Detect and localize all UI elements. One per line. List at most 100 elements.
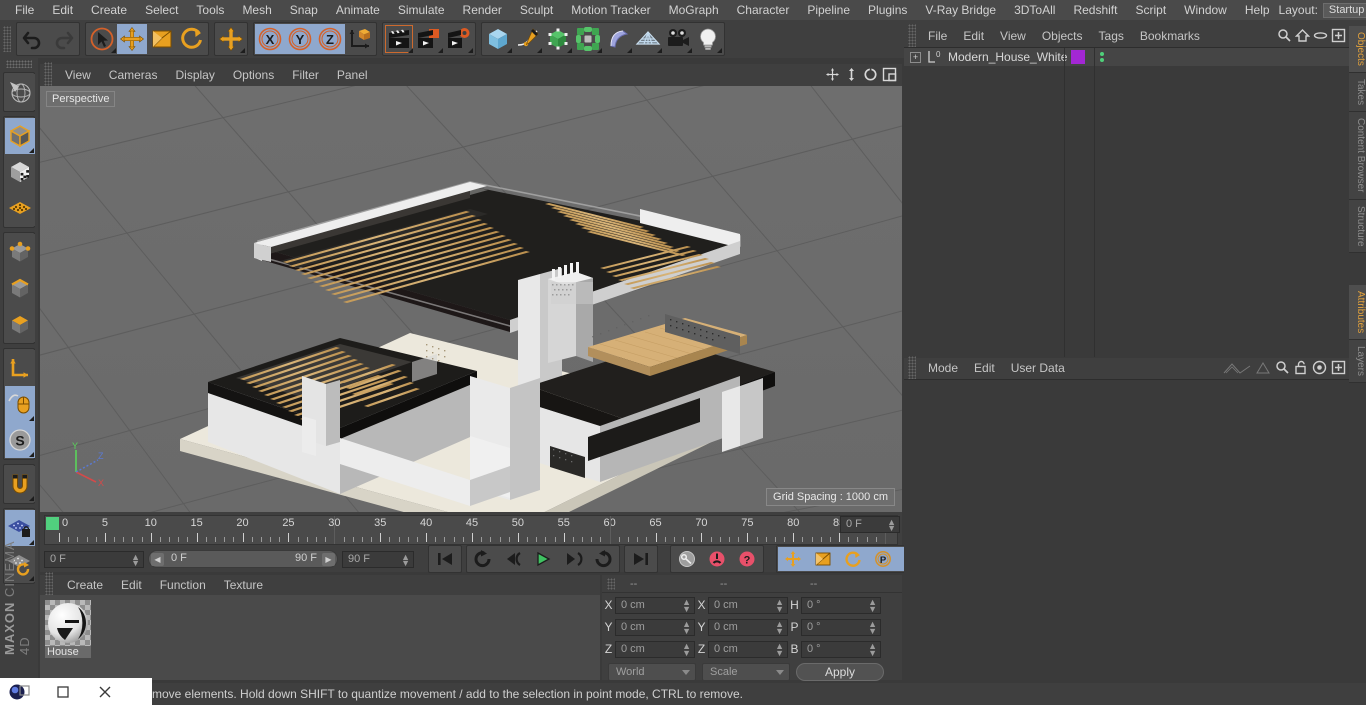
step-forward-button[interactable]	[558, 547, 588, 571]
tab-objects[interactable]: Objects	[1349, 26, 1366, 73]
go-to-end-button[interactable]	[626, 547, 656, 571]
object-menu-file[interactable]: File	[920, 26, 955, 47]
material-menu-function[interactable]: Function	[151, 575, 215, 595]
toolbar-grip[interactable]	[3, 26, 11, 52]
live-selection-tool[interactable]	[87, 24, 117, 54]
ellipse-icon[interactable]	[1313, 28, 1328, 43]
model-mode-button[interactable]	[5, 118, 35, 154]
lock-y-axis[interactable]: Y	[285, 24, 315, 54]
record-parameter-button[interactable]: P	[868, 547, 898, 571]
record-scale-button[interactable]	[808, 547, 838, 571]
material-manager-body[interactable]: House	[40, 595, 600, 680]
spinner-icon[interactable]: ▲ ▼	[868, 641, 877, 657]
add-generator-button[interactable]	[543, 24, 573, 54]
add-spline-button[interactable]	[513, 24, 543, 54]
spinner-icon[interactable]: ▲ ▼	[868, 597, 877, 613]
workplane-mode-button[interactable]	[5, 190, 35, 226]
object-menu-objects[interactable]: Objects	[1034, 26, 1091, 47]
record-rotation-button[interactable]	[838, 547, 868, 571]
spline-icon[interactable]	[1255, 361, 1271, 375]
menu-item-character[interactable]: Character	[728, 0, 799, 20]
menu-item-motion-tracker[interactable]: Motion Tracker	[562, 0, 659, 20]
edit-render-settings-button[interactable]	[444, 24, 474, 54]
make-editable-button[interactable]	[5, 74, 35, 110]
spinner-icon[interactable]: ▲ ▼	[131, 552, 140, 567]
cinema4d-window-icon[interactable]	[0, 678, 42, 705]
dynamic-place-tool[interactable]	[216, 24, 246, 54]
object-axis-mode-button[interactable]	[5, 350, 35, 386]
menu-item-mograph[interactable]: MoGraph	[660, 0, 728, 20]
menu-item-animate[interactable]: Animate	[327, 0, 389, 20]
timeline-start-field[interactable]: 0 F ▲ ▼	[44, 550, 144, 568]
world-object-coordinate-toggle[interactable]	[345, 24, 375, 54]
visibility-dots-icon[interactable]	[1100, 52, 1104, 62]
timeline-end-field[interactable]: 90 F ▲ ▼	[342, 550, 414, 568]
home-icon[interactable]	[1295, 28, 1310, 43]
menu-item-vray-bridge[interactable]: V-Ray Bridge	[916, 0, 1005, 20]
viewport-menu-view[interactable]: View	[56, 64, 100, 86]
menu-item-edit[interactable]: Edit	[43, 0, 82, 20]
spinner-icon[interactable]: ▲ ▼	[868, 619, 877, 635]
current-frame-field[interactable]: 0 F ▲ ▼	[840, 516, 900, 533]
object-menu-bookmarks[interactable]: Bookmarks	[1132, 26, 1208, 47]
keyframe-selection-button[interactable]: ?	[732, 547, 762, 571]
rotate-tool[interactable]	[177, 24, 207, 54]
material-menu-texture[interactable]: Texture	[215, 575, 272, 595]
object-row-modern-house-white[interactable]: + 0 Modern_House_White	[904, 48, 1349, 67]
target-icon[interactable]	[1312, 360, 1327, 375]
range-right-arrow-icon[interactable]: ▶	[322, 553, 335, 566]
maximize-view-icon[interactable]	[881, 66, 898, 83]
coordinates-grip[interactable]	[607, 577, 615, 590]
expand-toggle-icon[interactable]: +	[910, 51, 921, 63]
spinner-icon[interactable]: ▲ ▼	[775, 641, 784, 657]
menu-item-simulate[interactable]: Simulate	[389, 0, 454, 20]
coord-position-x-field[interactable]: 0 cm ▲ ▼	[615, 596, 695, 614]
attribute-menu-edit[interactable]: Edit	[966, 358, 1003, 379]
object-menu-view[interactable]: View	[992, 26, 1034, 47]
coord-rotation-p-field[interactable]: 0 ° ▲ ▼	[801, 618, 881, 636]
maximize-window-button[interactable]	[42, 678, 84, 705]
material-item-house[interactable]: House	[45, 600, 91, 658]
viewport-menu-options[interactable]: Options	[224, 64, 283, 86]
menu-item-sculpt[interactable]: Sculpt	[511, 0, 562, 20]
spinner-icon[interactable]: ▲ ▼	[887, 518, 896, 533]
coord-size-z-field[interactable]: 0 cm ▲ ▼	[708, 640, 788, 658]
edges-mode-button[interactable]	[5, 270, 35, 306]
scale-tool[interactable]	[147, 24, 177, 54]
menu-item-plugins[interactable]: Plugins	[859, 0, 916, 20]
menu-item-file[interactable]: File	[6, 0, 43, 20]
range-left-arrow-icon[interactable]: ◀	[151, 553, 164, 566]
object-manager-body[interactable]: + 0 Modern_House_White	[904, 47, 1349, 357]
polygons-mode-button[interactable]	[5, 306, 35, 342]
rotate-view-icon[interactable]	[862, 66, 879, 83]
play-forward-loop-button[interactable]	[588, 547, 618, 571]
viewport-menu-panel[interactable]: Panel	[328, 64, 377, 86]
zoom-view-icon[interactable]	[843, 66, 860, 83]
interpolation-icon[interactable]	[1223, 361, 1251, 375]
object-manager-grip[interactable]	[908, 23, 916, 50]
add-cube-object-button[interactable]	[483, 24, 513, 54]
coord-position-y-field[interactable]: 0 cm ▲ ▼	[615, 618, 695, 636]
menu-item-snap[interactable]: Snap	[281, 0, 327, 20]
points-mode-button[interactable]	[5, 234, 35, 270]
menu-item-tools[interactable]: Tools	[187, 0, 233, 20]
texture-mode-button[interactable]	[5, 154, 35, 190]
render-view-button[interactable]	[384, 24, 414, 54]
object-menu-edit[interactable]: Edit	[955, 26, 992, 47]
enable-snapping-button[interactable]	[5, 466, 35, 502]
coord-position-z-field[interactable]: 0 cm ▲ ▼	[615, 640, 695, 658]
menu-item-script[interactable]: Script	[1126, 0, 1175, 20]
coordinate-system-dropdown[interactable]: World	[608, 663, 696, 681]
menu-item-3dtoall[interactable]: 3DToAll	[1005, 0, 1064, 20]
add-camera-button[interactable]	[663, 24, 693, 54]
tab-structure[interactable]: Structure	[1349, 199, 1366, 254]
step-back-button[interactable]	[498, 547, 528, 571]
record-position-button[interactable]	[778, 547, 808, 571]
object-tag-chip[interactable]	[1071, 50, 1085, 64]
material-menu-edit[interactable]: Edit	[112, 575, 151, 595]
menu-item-redshift[interactable]: Redshift	[1064, 0, 1126, 20]
plus-box-icon[interactable]	[1331, 28, 1346, 43]
coordinate-mode-dropdown[interactable]: Scale	[702, 663, 790, 681]
timeline-ruler[interactable]: 051015202530354045505560657075808590	[44, 515, 898, 545]
go-to-start-button[interactable]	[430, 547, 460, 571]
